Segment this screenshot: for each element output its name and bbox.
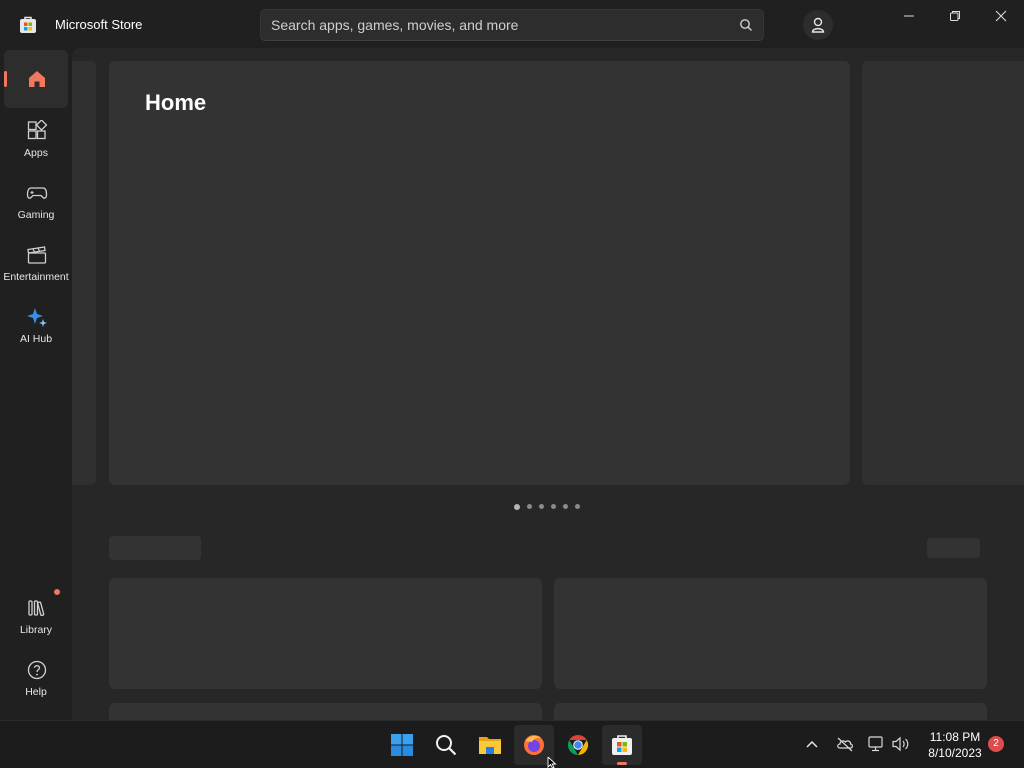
close-icon (995, 10, 1007, 22)
loading-section-title (109, 536, 201, 560)
restore-button[interactable] (932, 0, 978, 32)
microsoft-store-icon (612, 735, 632, 755)
clock-date: 8/10/2023 (928, 746, 982, 760)
start-button[interactable] (382, 725, 422, 765)
file-explorer-icon (479, 737, 501, 754)
chrome-icon (567, 734, 589, 756)
sidebar-item-label: Gaming (17, 209, 55, 221)
sidebar-item-help[interactable]: Help (4, 651, 68, 709)
taskbar-chrome[interactable] (558, 725, 598, 765)
chevron-up-icon[interactable] (805, 738, 819, 750)
pager-dot[interactable] (539, 504, 544, 509)
clapperboard-icon (27, 246, 47, 264)
sidebar-item-gaming[interactable]: Gaming (4, 174, 68, 232)
help-icon (27, 660, 47, 680)
sidebar-item-label: Entertainment (3, 271, 69, 283)
carousel-next-slide[interactable] (862, 61, 1024, 485)
title-bar: Microsoft Store (0, 0, 1024, 48)
ai-sparkle-icon (27, 308, 47, 327)
mouse-cursor-icon (547, 757, 557, 768)
apps-icon (27, 120, 48, 140)
taskbar-file-explorer[interactable] (470, 725, 510, 765)
minimize-icon (904, 15, 914, 17)
windows-start-icon (391, 734, 413, 756)
update-badge (54, 589, 60, 595)
volume-icon[interactable] (891, 735, 911, 753)
sidebar-item-ai-hub[interactable]: AI Hub (4, 298, 68, 356)
pager-dot[interactable] (563, 504, 568, 509)
active-indicator (4, 71, 7, 87)
loading-card (109, 578, 542, 689)
notification-badge[interactable]: 2 (988, 736, 1004, 752)
taskbar: 11:08 PM 8/10/2023 (0, 720, 1024, 768)
firefox-icon (524, 735, 544, 755)
search-icon (436, 735, 457, 756)
sidebar-item-label: Apps (24, 147, 48, 159)
sidebar-item-library[interactable]: Library (4, 589, 68, 647)
pager-dot[interactable] (514, 504, 520, 510)
sidebar-item-home[interactable] (4, 50, 68, 108)
search-icon[interactable] (739, 18, 753, 32)
onedrive-offline-icon[interactable] (836, 736, 854, 752)
loading-card (554, 578, 987, 689)
loading-card (109, 703, 542, 720)
search-box[interactable] (260, 9, 764, 41)
pager-dot[interactable] (527, 504, 532, 509)
restore-icon (950, 11, 960, 21)
account-button[interactable] (803, 10, 833, 40)
pager-dot[interactable] (551, 504, 556, 509)
main-content: Home (72, 48, 1024, 720)
loading-card (554, 703, 987, 720)
close-button[interactable] (978, 0, 1024, 32)
sidebar-item-apps[interactable]: Apps (4, 112, 68, 170)
carousel-pager (514, 504, 580, 512)
page-title: Home (145, 90, 207, 115)
network-icon[interactable] (867, 735, 885, 753)
system-clock[interactable]: 11:08 PM 8/10/2023 (920, 729, 990, 761)
carousel-previous-slide[interactable] (72, 61, 96, 485)
sidebar: Apps Gaming Entertainment AI Hub Library… (0, 48, 72, 720)
search-input[interactable] (271, 10, 721, 40)
sidebar-item-label: Help (25, 686, 47, 698)
sidebar-item-label: AI Hub (19, 333, 53, 345)
home-icon (29, 71, 45, 87)
gamepad-icon (26, 187, 48, 199)
sidebar-item-label: Library (19, 624, 53, 636)
carousel-current-slide[interactable] (109, 61, 850, 485)
pager-dot[interactable] (575, 504, 580, 509)
sidebar-item-entertainment[interactable]: Entertainment (3, 236, 69, 294)
microsoft-store-icon (20, 16, 36, 33)
app-title: Microsoft Store (55, 17, 143, 32)
library-icon (28, 600, 45, 617)
person-icon (811, 17, 825, 33)
taskbar-search-button[interactable] (426, 725, 466, 765)
clock-time: 11:08 PM (929, 730, 981, 744)
microsoft-store-window: Microsoft Store Search apps, games, movi… (0, 0, 1024, 720)
running-indicator (617, 762, 627, 765)
minimize-button[interactable] (886, 0, 932, 32)
taskbar-microsoft-store[interactable] (602, 725, 642, 765)
loading-see-all (927, 538, 980, 558)
